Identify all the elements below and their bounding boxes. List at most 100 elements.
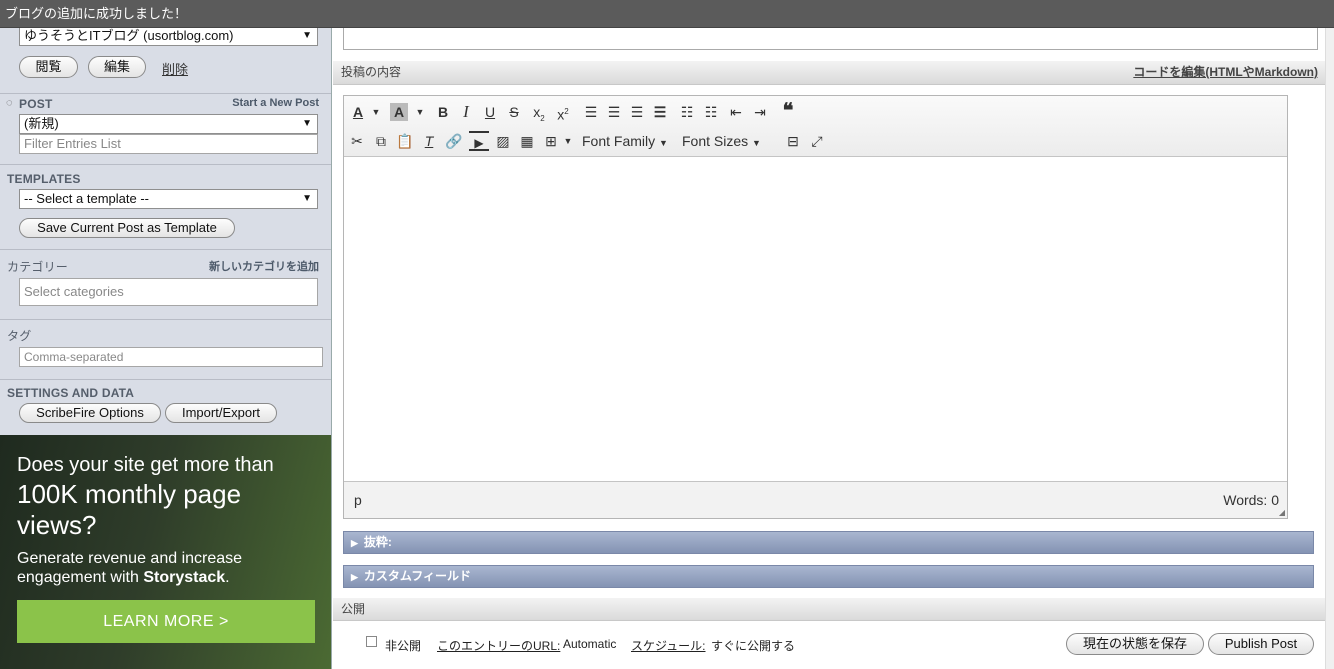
content-section-bar: 投稿の内容 コードを編集(HTMLやMarkdown) xyxy=(333,61,1325,85)
excerpt-panel[interactable]: ▶ 抜粋: xyxy=(343,531,1314,554)
blog-select-value: ゆうそうとITブログ (usortblog.com) xyxy=(24,28,234,43)
add-category-link[interactable]: 新しいカテゴリを追加 xyxy=(209,258,319,274)
save-draft-button[interactable]: 現在の状態を保存 xyxy=(1066,633,1204,655)
schedule-value: すぐに公開する xyxy=(711,639,796,653)
justify-icon[interactable]: ☰ xyxy=(650,102,670,122)
save-template-button[interactable]: Save Current Post as Template xyxy=(19,218,235,238)
word-count: Words: 0 xyxy=(1223,492,1279,508)
clear-format-icon[interactable]: T xyxy=(419,131,439,151)
dropdown-arrow-icon: ▼ xyxy=(659,138,668,148)
category-input[interactable]: Select categories xyxy=(19,278,318,306)
learn-more-button[interactable]: LEARN MORE > xyxy=(17,600,315,643)
fullscreen-icon[interactable]: ⤢ xyxy=(807,131,827,151)
underline-icon[interactable]: U xyxy=(480,102,500,122)
ad-headline-line2: 100K monthly page views? xyxy=(17,479,242,540)
success-notice-bar: ブログの追加に成功しました！ xyxy=(0,0,1334,28)
view-button[interactable]: 閲覧 xyxy=(19,56,78,78)
indent-icon[interactable]: ⇥ xyxy=(750,102,770,122)
spinner-icon: ◌ xyxy=(6,97,13,109)
italic-icon[interactable]: I xyxy=(456,102,476,122)
image-icon[interactable]: ▨ xyxy=(493,131,513,151)
category-section-title: カテゴリー xyxy=(7,260,69,274)
align-center-icon[interactable]: ☰ xyxy=(604,102,624,122)
dropdown-arrow-icon: ▼ xyxy=(302,193,312,204)
page-break-icon[interactable]: ⊟ xyxy=(783,131,803,151)
scribefire-options-button[interactable]: ScribeFire Options xyxy=(19,403,161,423)
publish-section-bar: 公開 xyxy=(333,598,1325,621)
publish-row: 非公開 このエントリーのURL: Automatic スケジュール: すぐに公開… xyxy=(333,622,1325,669)
ad-brand: Storystack xyxy=(143,569,226,586)
filter-entries-input[interactable]: Filter Entries List xyxy=(19,134,318,154)
blog-select[interactable]: ゆうそうとITブログ (usortblog.com) ▼ xyxy=(19,28,318,46)
copy-icon[interactable]: ⧉ xyxy=(371,131,391,151)
custom-fields-label: カスタムフィールド xyxy=(363,569,471,583)
edit-code-link[interactable]: コードを編集(HTMLやMarkdown) xyxy=(1133,61,1318,84)
entry-url-link[interactable]: このエントリーのURL: xyxy=(437,637,560,654)
custom-fields-panel[interactable]: ▶ カスタムフィールド xyxy=(343,565,1314,588)
private-label: 非公開 xyxy=(385,639,422,653)
publish-post-button[interactable]: Publish Post xyxy=(1208,633,1314,655)
cut-icon[interactable]: ✂ xyxy=(347,131,367,151)
entry-url-value: Automatic xyxy=(563,637,617,651)
subscript-icon[interactable]: x2 xyxy=(529,102,549,123)
video-icon[interactable]: ▦ xyxy=(517,131,537,151)
private-checkbox[interactable] xyxy=(366,636,377,647)
expand-arrow-icon: ▶ xyxy=(351,572,358,582)
start-new-post-link[interactable]: Start a New Post xyxy=(232,97,319,109)
sidebar: ゆうそうとITブログ (usortblog.com) ▼ 閲覧 編集 削除 ◌ … xyxy=(0,28,332,669)
category-section: カテゴリー 新しいカテゴリを追加 Select categories xyxy=(0,250,331,320)
templates-section: TEMPLATES -- Select a template -- ▼ Save… xyxy=(0,165,331,250)
settings-section-title: SETTINGS AND DATA xyxy=(7,386,135,400)
dropdown-arrow-icon: ▼ xyxy=(752,138,761,148)
settings-section: SETTINGS AND DATA ScribeFire Options Imp… xyxy=(0,380,331,435)
text-color-icon[interactable]: A xyxy=(349,102,367,122)
dropdown-arrow-icon: ▼ xyxy=(302,118,312,129)
superscript-icon[interactable]: x2 xyxy=(553,102,573,123)
outdent-icon[interactable]: ⇤ xyxy=(726,102,746,122)
align-left-icon[interactable]: ☰ xyxy=(581,102,601,122)
blockquote-icon[interactable]: ❝ xyxy=(777,101,799,121)
template-select[interactable]: -- Select a template -- ▼ xyxy=(19,189,318,209)
resize-handle-icon[interactable]: ◢ xyxy=(1279,508,1285,517)
schedule-link[interactable]: スケジュール: xyxy=(631,637,706,654)
post-section: ◌ POST Start a New Post (新規) ▼ Filter En… xyxy=(0,94,331,165)
dropdown-arrow-icon: ▼ xyxy=(302,30,312,41)
edit-button[interactable]: 編集 xyxy=(88,56,146,78)
publish-section-label: 公開 xyxy=(341,602,366,616)
editor-content-area[interactable] xyxy=(344,158,1287,480)
element-path[interactable]: p xyxy=(354,492,362,508)
numbered-list-icon[interactable]: ☷ xyxy=(701,102,721,122)
align-right-icon[interactable]: ☰ xyxy=(627,102,647,122)
main-panel: 投稿の内容 コードを編集(HTMLやMarkdown) A ▼ A ▼ B I … xyxy=(333,28,1334,669)
excerpt-label: 抜粋: xyxy=(363,535,392,549)
post-select[interactable]: (新規) ▼ xyxy=(19,114,318,134)
dropdown-arrow-icon[interactable]: ▼ xyxy=(562,131,574,151)
media-icon[interactable]: ▶ xyxy=(469,131,489,151)
tags-input[interactable]: Comma-separated xyxy=(19,347,323,367)
strikethrough-icon[interactable]: S xyxy=(504,102,524,122)
font-family-label: Font Family xyxy=(582,133,656,149)
tags-section: タグ Comma-separated xyxy=(0,320,331,380)
blog-section: ゆうそうとITブログ (usortblog.com) ▼ 閲覧 編集 削除 xyxy=(0,28,331,94)
post-section-title: POST xyxy=(19,97,53,111)
ad-body: Generate revenue and increase engagement… xyxy=(17,549,322,587)
font-family-select[interactable]: Font Family ▼ xyxy=(582,131,674,151)
paste-icon[interactable]: 📋 xyxy=(395,131,415,151)
bold-icon[interactable]: B xyxy=(433,102,453,122)
import-export-button[interactable]: Import/Export xyxy=(165,403,277,423)
font-sizes-label: Font Sizes xyxy=(682,133,749,149)
delete-link[interactable]: 削除 xyxy=(162,59,188,78)
font-sizes-select[interactable]: Font Sizes ▼ xyxy=(682,131,776,151)
bullet-list-icon[interactable]: ☷ xyxy=(677,102,697,122)
post-title-input[interactable] xyxy=(343,28,1318,50)
vertical-scrollbar[interactable] xyxy=(1325,28,1334,669)
dropdown-arrow-icon[interactable]: ▼ xyxy=(370,102,382,122)
rich-text-editor: A ▼ A ▼ B I U S x2 x2 ☰ ☰ ☰ ☰ ☷ ☷ ⇤ ⇥ ❝ … xyxy=(343,95,1288,519)
link-icon[interactable]: 🔗 xyxy=(444,131,464,151)
editor-status-bar: p Words: 0 ◢ xyxy=(344,481,1287,518)
templates-section-title: TEMPLATES xyxy=(7,172,81,186)
background-color-icon[interactable]: A xyxy=(390,103,408,121)
content-section-label: 投稿の内容 xyxy=(341,65,402,79)
dropdown-arrow-icon[interactable]: ▼ xyxy=(414,102,426,122)
table-icon[interactable]: ⊞ xyxy=(541,131,561,151)
